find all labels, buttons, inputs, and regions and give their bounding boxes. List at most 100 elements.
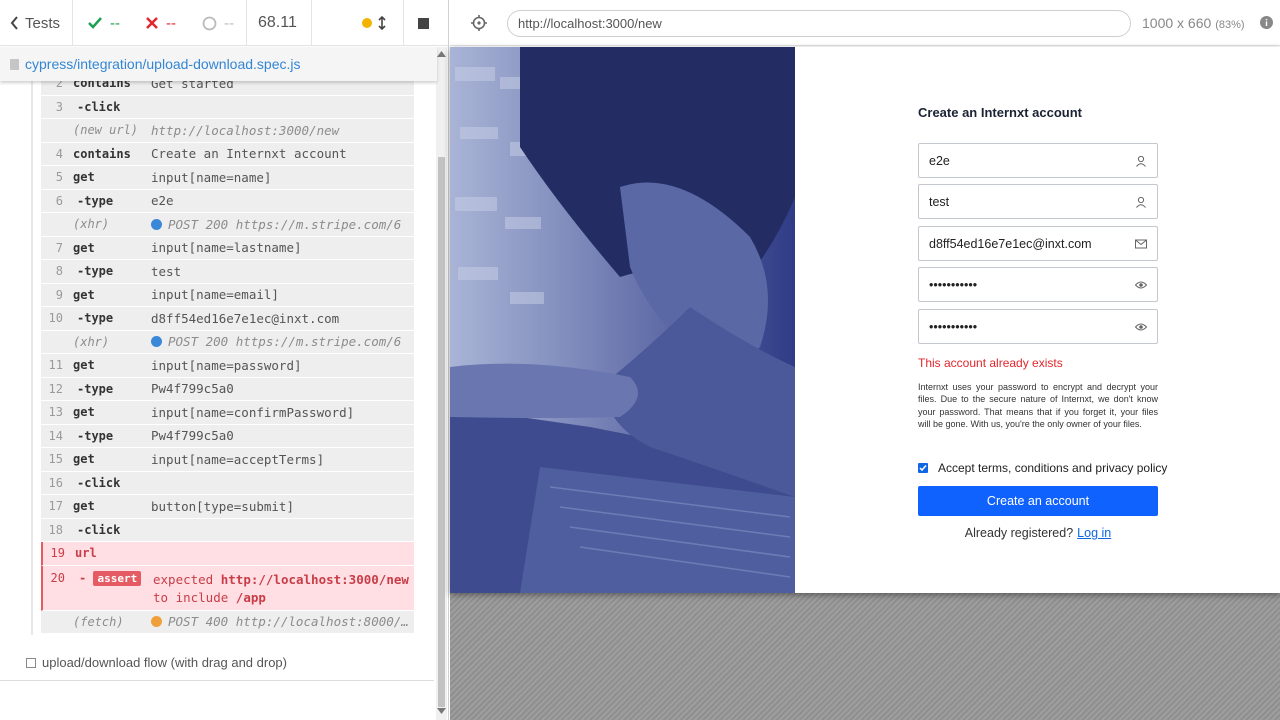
selector-playground-icon[interactable]	[471, 15, 487, 31]
command-message: input[name=confirmPassword]	[151, 404, 355, 420]
url-bar[interactable]: http://localhost:3000/new	[507, 10, 1131, 37]
lastname-input[interactable]: test	[918, 184, 1158, 219]
command-row[interactable]: 8 -type test	[41, 260, 414, 284]
command-row-failed[interactable]: 20- assert expected http://localhost:3000…	[41, 565, 414, 611]
circle-notch-icon	[202, 16, 217, 30]
terms-checkbox[interactable]	[918, 463, 928, 473]
back-label: Tests	[25, 14, 61, 32]
command-message: test	[151, 263, 182, 279]
command-row[interactable]: 17 get button[type=submit]	[41, 495, 414, 519]
back-to-tests-button[interactable]: Tests	[10, 0, 60, 46]
check-icon	[88, 17, 102, 29]
command-message: e2e	[151, 193, 174, 209]
command-row[interactable]: (new url) http://localhost:3000/new	[41, 119, 414, 143]
create-account-button[interactable]: Create an account	[918, 486, 1158, 516]
command-number: 6	[55, 193, 63, 208]
spec-path-link[interactable]: cypress/integration/upload-download.spec…	[25, 56, 301, 72]
status-dot-icon	[151, 336, 162, 348]
command-number: 9	[55, 287, 63, 302]
command-row[interactable]: (xhr) POST 200 https://m.stripe.com/6	[41, 213, 414, 237]
command-row[interactable]: 13 get input[name=confirmPassword]	[41, 401, 414, 425]
command-row[interactable]: 6 -type e2e	[41, 189, 414, 213]
form-title: Create an Internxt account	[918, 105, 1082, 120]
login-link[interactable]: Log in	[1077, 526, 1111, 540]
eye-icon[interactable]	[1135, 279, 1147, 291]
command-event: (xhr)	[73, 217, 110, 232]
assertion-message: expected http://localhost:3000/new to inc…	[153, 571, 409, 607]
command-number: 14	[48, 428, 63, 443]
command-number: 15	[48, 452, 63, 467]
command-message: POST 200 https://m.stripe.com/6	[151, 334, 401, 349]
command-row[interactable]: 3 -click	[41, 95, 414, 119]
user-icon	[1136, 155, 1146, 167]
command-name: get	[73, 405, 95, 420]
pending-count: --	[202, 0, 234, 46]
command-row[interactable]: (fetch) POST 400 http://localhost:8000/…	[41, 610, 414, 634]
next-suite[interactable]: upload/download flow (with drag and drop…	[26, 655, 287, 670]
command-number: 10	[48, 311, 63, 326]
command-row[interactable]: 5 get input[name=name]	[41, 166, 414, 190]
reporter-scrollbar[interactable]	[436, 47, 447, 720]
accept-terms[interactable]: Accept terms, conditions and privacy pol…	[918, 461, 1167, 475]
confirm-password-input[interactable]: •••••••••••	[918, 309, 1158, 344]
command-row[interactable]: 16 -click	[41, 471, 414, 495]
command-row[interactable]: 14 -type Pw4f799c5a0	[41, 424, 414, 448]
command-row[interactable]: 15 get input[name=acceptTerms]	[41, 448, 414, 472]
command-row[interactable]: (xhr) POST 200 https://m.stripe.com/6	[41, 330, 414, 354]
info-icon[interactable]	[1260, 16, 1273, 29]
command-number: 18	[48, 522, 63, 537]
command-message: POST 200 https://m.stripe.com/6	[151, 217, 401, 232]
app-iframe: Create an Internxt account e2e test d8ff…	[450, 47, 1280, 593]
command-message: Pw4f799c5a0	[151, 381, 234, 397]
command-row-failed[interactable]: 19 url	[41, 542, 414, 566]
error-message: This account already exists	[918, 356, 1063, 370]
assert-badge: assert	[93, 570, 142, 586]
command-row[interactable]: 12 -type Pw4f799c5a0	[41, 377, 414, 401]
next-suite-label: upload/download flow (with drag and drop…	[42, 655, 287, 670]
duration: 68.11	[258, 14, 297, 31]
command-message: Create an Internxt account	[151, 146, 347, 162]
terms-label: Accept terms, conditions and privacy pol…	[938, 461, 1168, 475]
command-number: 17	[48, 499, 63, 514]
command-number: 12	[48, 381, 63, 396]
command-row[interactable]: 9 get input[name=email]	[41, 283, 414, 307]
auto-scroll-toggle[interactable]	[362, 0, 386, 46]
already-registered: Already registered? Log in	[964, 526, 1112, 540]
eye-icon[interactable]	[1135, 321, 1147, 333]
command-row[interactable]: 11 get input[name=password]	[41, 354, 414, 378]
command-message: Pw4f799c5a0	[151, 428, 234, 444]
assert-include-word: to include	[153, 589, 229, 605]
scroll-down-icon	[437, 708, 446, 714]
command-row[interactable]: 4 contains Create an Internxt account	[41, 142, 414, 166]
command-name: get	[73, 287, 95, 302]
hero-image	[450, 47, 795, 593]
command-name: get	[73, 240, 95, 255]
name-input[interactable]: e2e	[918, 143, 1158, 178]
command-name: -type	[77, 311, 114, 326]
command-name: get	[73, 358, 95, 373]
command-name: url	[75, 546, 97, 561]
email-input[interactable]: d8ff54ed16e7e1ec@inxt.com	[918, 226, 1158, 261]
command-number: 5	[55, 170, 63, 185]
status-dot-icon	[151, 616, 162, 628]
aut-header: http://localhost:3000/new 1000 x 660 (83…	[450, 0, 1280, 46]
scroll-arrows-icon	[378, 16, 386, 30]
command-number: 11	[48, 358, 63, 373]
command-row[interactable]: 10 -type d8ff54ed16e7e1ec@inxt.com	[41, 307, 414, 331]
command-message: input[name=password]	[151, 357, 302, 373]
command-row[interactable]: 18 -click	[41, 518, 414, 542]
aut-stage: Create an Internxt account e2e test d8ff…	[450, 47, 1280, 720]
command-number: 4	[55, 146, 63, 161]
command-message: http://localhost:3000/new	[151, 122, 340, 138]
command-row[interactable]: 7 get input[name=lastname]	[41, 236, 414, 260]
assert-dash: -	[79, 570, 87, 585]
chevron-left-icon	[10, 16, 18, 30]
command-number: 7	[55, 240, 63, 255]
stop-button[interactable]	[418, 0, 429, 46]
command-event: (new url)	[73, 123, 139, 138]
password-input[interactable]: •••••••••••	[918, 267, 1158, 302]
command-name: -type	[77, 264, 114, 279]
command-name: -type	[77, 193, 114, 208]
command-message: d8ff54ed16e7e1ec@inxt.com	[151, 310, 340, 326]
passed-count: --	[88, 0, 120, 46]
